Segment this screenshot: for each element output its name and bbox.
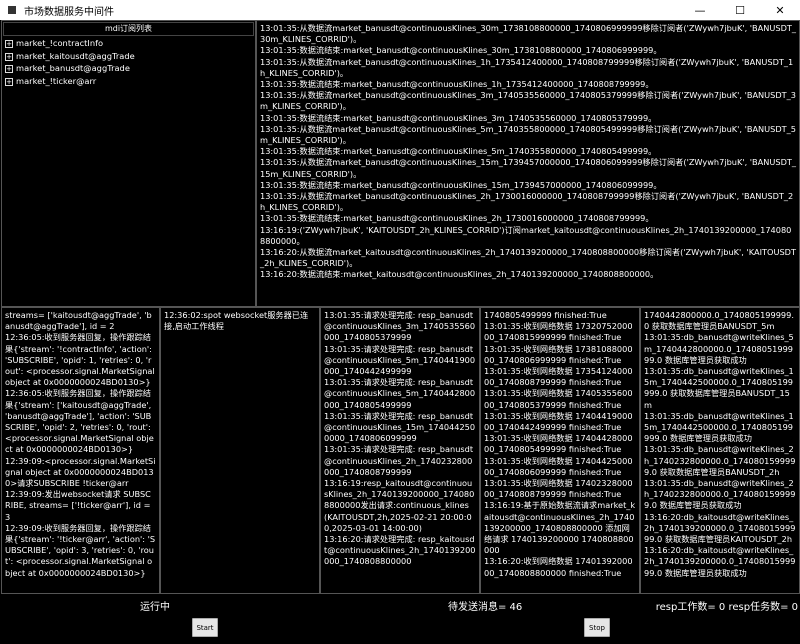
subscription-tree[interactable]: mdi订阅列表 + market_!contractInfo + market_ka… (1, 20, 256, 307)
status-bar: 运行中 待发送消息= 46 resp工作数= 0 resp任务数= 0 (0, 596, 800, 613)
stop-button[interactable]: Stop (584, 618, 610, 637)
expand-icon[interactable]: + (5, 40, 13, 48)
request-log-text: 13:01:35:请求处理完成: resp_banusdt@continuous… (324, 310, 476, 567)
pending-messages: 待发送消息= 46 (448, 602, 523, 613)
tree-item-label: market_!ticker@arr (16, 75, 97, 86)
title-bar[interactable]: 市场数据服务中间件 — ☐ ✕ (0, 0, 800, 20)
db-log-panel[interactable]: 1740442800000.0_1740805199999.0 获取数据库管理员… (640, 307, 800, 594)
tree-item-label: market_kaitousdt@aggTrade (16, 50, 135, 61)
expand-icon[interactable]: + (5, 52, 13, 61)
main-log-text: 13:01:35:从数据流market_banusdt@continuousKl… (260, 23, 796, 280)
tree-item-label: market_!contractInfo (16, 38, 104, 48)
request-log-panel[interactable]: 13:01:35:请求处理完成: resp_banusdt@continuous… (320, 307, 480, 594)
run-state: 运行中 (140, 602, 170, 613)
tree-item[interactable]: + market_banusdt@aggTrade (2, 62, 255, 75)
tree-item[interactable]: + market_kaitousdt@aggTrade (2, 50, 255, 63)
close-icon[interactable]: ✕ (760, 0, 800, 20)
app-icon (8, 6, 16, 14)
network-log-panel[interactable]: 1740805499999 finished:True 13:01:35:收到网… (480, 307, 640, 594)
expand-icon[interactable]: + (5, 77, 13, 86)
stream-log-text: streams= ['kaitousdt@aggTrade', 'banusdt… (5, 310, 156, 578)
resp-counters: resp工作数= 0 resp任务数= 0 (655, 602, 798, 613)
maximize-icon[interactable]: ☐ (720, 0, 760, 20)
tree-item[interactable]: + market_!contractInfo (2, 37, 255, 50)
websocket-log-panel[interactable]: 12:36:02:spot websocket服务器已连接,启动工作线程 (160, 307, 320, 594)
window-title: 市场数据服务中间件 (24, 6, 114, 18)
stream-log-panel[interactable]: streams= ['kaitousdt@aggTrade', 'banusdt… (1, 307, 160, 594)
subscription-tree-header: mdi订阅列表 (3, 22, 254, 36)
start-button[interactable]: Start (192, 618, 218, 637)
network-log-text: 1740805499999 finished:True 13:01:35:收到网… (484, 310, 636, 578)
tree-item[interactable]: + market_!ticker@arr (2, 75, 255, 88)
minimize-icon[interactable]: — (680, 0, 720, 20)
websocket-log-text: 12:36:02:spot websocket服务器已连接,启动工作线程 (164, 310, 309, 332)
tree-item-label: market_banusdt@aggTrade (16, 63, 130, 73)
expand-icon[interactable]: + (5, 65, 13, 73)
main-log-panel[interactable]: 13:01:35:从数据流market_banusdt@continuousKl… (256, 20, 800, 307)
db-log-text: 1740442800000.0_1740805199999.0 获取数据库管理员… (644, 310, 796, 578)
